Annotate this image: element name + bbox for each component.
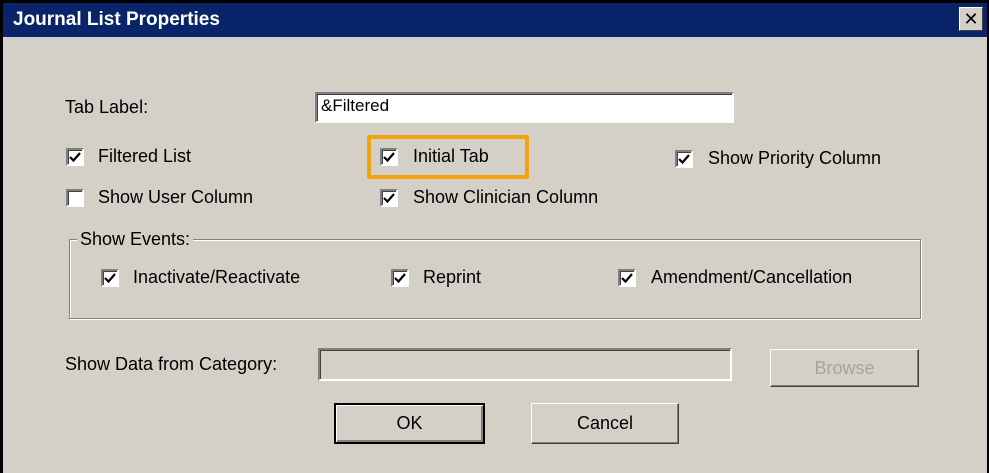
checkmark-icon: [394, 273, 406, 284]
filtered-list-checkbox[interactable]: [66, 148, 84, 166]
initial-tab-highlight: [367, 135, 529, 179]
filtered-list-label[interactable]: Filtered List: [98, 146, 191, 167]
tab-label-value: &Filtered: [321, 96, 390, 115]
checkmark-icon: [69, 152, 81, 163]
show-events-group-label: Show Events:: [77, 229, 194, 250]
inactivate-reactivate-label[interactable]: Inactivate/Reactivate: [133, 267, 300, 288]
close-button[interactable]: ✕: [959, 7, 983, 31]
checkmark-icon: [104, 273, 116, 284]
show-priority-column-checkbox[interactable]: [675, 150, 693, 168]
show-user-column-label[interactable]: Show User Column: [98, 187, 253, 208]
browse-button[interactable]: Browse: [770, 349, 919, 387]
checkmark-icon: [678, 154, 690, 165]
tab-label-input[interactable]: &Filtered: [315, 92, 734, 123]
show-clinician-column-label[interactable]: Show Clinician Column: [413, 187, 598, 208]
amendment-cancellation-checkbox[interactable]: [618, 269, 636, 287]
reprint-checkbox[interactable]: [391, 269, 409, 287]
journal-list-properties-dialog: Journal List Properties ✕ Tab Label: &Fi…: [0, 0, 989, 473]
reprint-label[interactable]: Reprint: [423, 267, 481, 288]
amendment-cancellation-label[interactable]: Amendment/Cancellation: [651, 267, 852, 288]
show-data-from-category-label: Show Data from Category:: [65, 354, 278, 374]
checkmark-icon: [621, 273, 633, 284]
cancel-button[interactable]: Cancel: [531, 403, 679, 444]
dialog-title: Journal List Properties: [13, 9, 220, 30]
tab-label-caption: Tab Label:: [65, 97, 149, 117]
title-bar[interactable]: Journal List Properties ✕: [3, 3, 987, 37]
category-input[interactable]: [318, 348, 732, 381]
show-priority-column-label[interactable]: Show Priority Column: [708, 148, 881, 169]
ok-button[interactable]: OK: [334, 403, 485, 444]
checkmark-icon: [383, 193, 395, 204]
inactivate-reactivate-checkbox[interactable]: [101, 269, 119, 287]
show-user-column-checkbox[interactable]: [66, 189, 84, 207]
close-icon: ✕: [963, 9, 979, 29]
show-clinician-column-checkbox[interactable]: [380, 189, 398, 207]
